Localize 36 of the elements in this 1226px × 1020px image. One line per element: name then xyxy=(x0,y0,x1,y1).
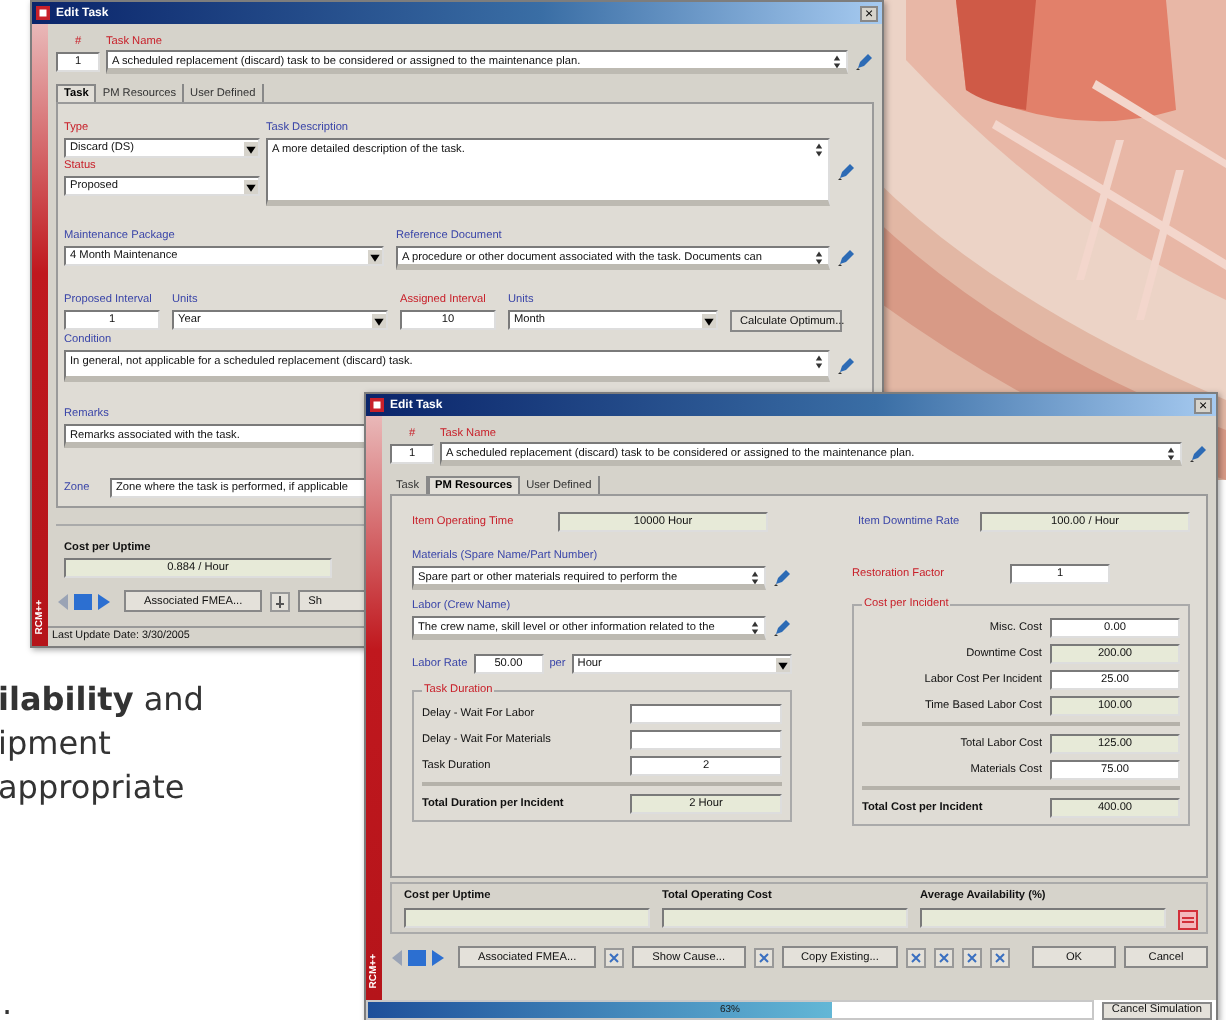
tool-icon[interactable] xyxy=(270,591,291,611)
text-field[interactable] xyxy=(630,704,782,724)
grid-icon[interactable] xyxy=(1178,910,1198,930)
pencil-icon[interactable] xyxy=(772,618,792,638)
caret-icon xyxy=(372,313,386,327)
scroll-arrows-icon xyxy=(750,620,760,634)
app-icon xyxy=(36,6,50,20)
caret-icon xyxy=(244,141,258,155)
app-icon xyxy=(370,398,384,412)
brochure-text: . xyxy=(2,988,13,1020)
tool-icon[interactable] xyxy=(990,947,1011,967)
caret-icon xyxy=(776,657,790,671)
brochure-text: ipment xyxy=(0,722,113,766)
tool-icon[interactable] xyxy=(906,947,927,967)
scroll-arrows-icon xyxy=(1166,446,1176,460)
scroll-arrows-icon xyxy=(814,142,824,158)
scroll-arrows-icon xyxy=(750,570,760,584)
text-field[interactable] xyxy=(630,730,782,750)
scroll-arrows-icon xyxy=(814,250,824,264)
pencil-icon[interactable] xyxy=(1188,444,1208,464)
caret-icon xyxy=(702,313,716,327)
pencil-icon[interactable] xyxy=(836,162,856,182)
tool-icon[interactable] xyxy=(604,947,625,967)
caret-icon xyxy=(368,249,382,263)
brochure-text: ilability and xyxy=(0,678,204,722)
scroll-arrows-icon xyxy=(832,54,842,68)
scroll-arrows-icon xyxy=(814,354,824,370)
pencil-icon[interactable] xyxy=(836,248,856,268)
caret-icon xyxy=(244,179,258,193)
pencil-icon[interactable] xyxy=(772,568,792,588)
tool-icon[interactable] xyxy=(934,947,955,967)
brochure-text: appropriate xyxy=(0,766,187,810)
tool-icon[interactable] xyxy=(753,947,774,967)
tool-icon[interactable] xyxy=(962,947,983,967)
pencil-icon[interactable] xyxy=(836,356,856,376)
pencil-icon[interactable] xyxy=(854,52,874,72)
